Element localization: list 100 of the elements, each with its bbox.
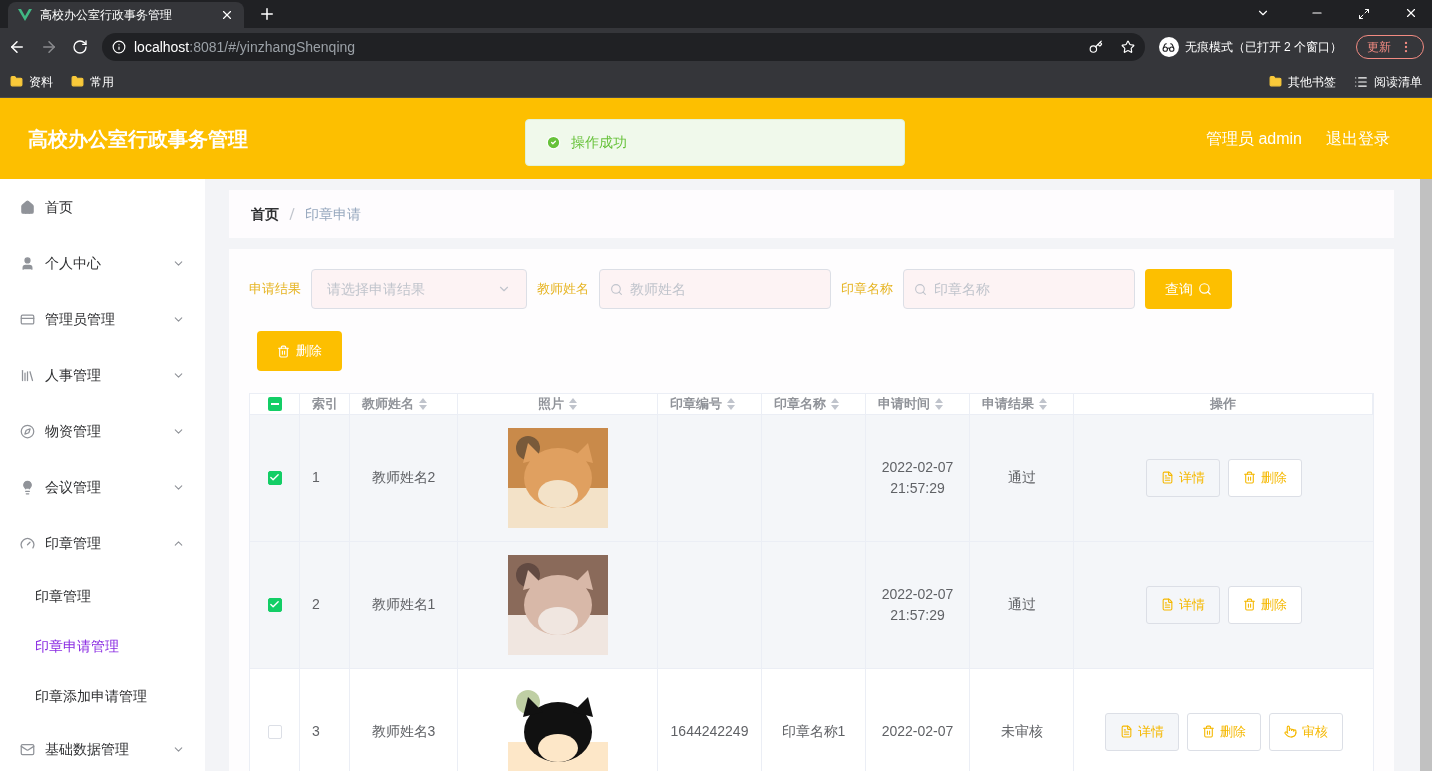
submenu-item[interactable]: 印章管理	[0, 571, 205, 621]
row-checkbox[interactable]	[267, 470, 282, 485]
folder-icon	[1269, 75, 1282, 88]
table-cell-text: 教师姓名2	[371, 468, 436, 487]
table-cell-text: 未审核	[1000, 722, 1043, 741]
select-all-checkbox[interactable]	[267, 396, 282, 411]
table-cell-text: 2	[312, 595, 320, 614]
incognito-icon	[1158, 37, 1179, 57]
separator-icon	[289, 208, 295, 220]
books-icon	[20, 367, 35, 383]
close-icon	[1404, 6, 1418, 20]
tab-title: 高校办公室行政事务管理	[40, 7, 173, 24]
back-icon	[8, 38, 26, 56]
sort-icon[interactable]	[727, 397, 735, 410]
document-icon	[1160, 471, 1174, 484]
bookmark[interactable]: 其他书签	[1269, 72, 1336, 91]
trash-icon	[277, 344, 290, 358]
column-header[interactable]: 教师姓名	[362, 394, 427, 414]
search-field[interactable]: 印章名称	[903, 269, 1135, 309]
success-toast: 操作成功	[525, 119, 905, 166]
pointer-icon	[1283, 725, 1297, 738]
gauge-icon	[20, 535, 35, 551]
table-row[interactable]: 2 教师姓名1 2022-02-07 21:57:29 通过 详情 删除	[250, 541, 1373, 669]
sidebar-item[interactable]: 物资管理	[0, 403, 205, 459]
table-cell-text: 2022-02-07	[881, 722, 954, 741]
restore-icon	[1358, 8, 1370, 20]
sort-icon[interactable]	[419, 397, 427, 410]
document-icon	[1119, 725, 1133, 738]
new-tab-icon	[258, 5, 276, 23]
search-icon	[914, 283, 927, 296]
column-header[interactable]: 印章名称	[774, 394, 839, 414]
app-title: 高校办公室行政事务管理	[28, 126, 248, 152]
sort-icon[interactable]	[1039, 397, 1047, 410]
compass-icon	[20, 423, 35, 439]
close-icon	[220, 8, 234, 22]
mail-icon	[20, 741, 35, 757]
bookmark[interactable]: 资料	[10, 72, 53, 91]
id-card-icon	[20, 311, 35, 327]
bulb-icon	[20, 479, 35, 495]
sidebar-item[interactable]: 基础数据管理	[0, 721, 205, 771]
filter-label: 教师姓名	[537, 280, 589, 299]
key-icon	[1088, 40, 1103, 54]
submenu-item[interactable]: 印章申请管理	[0, 621, 205, 671]
sort-icon[interactable]	[569, 397, 577, 410]
check-icon	[546, 135, 561, 150]
table-cell-text: 教师姓名1	[371, 595, 436, 614]
sort-icon[interactable]	[831, 397, 839, 410]
list-icon	[1354, 74, 1368, 89]
column-header[interactable]: 申请结果	[982, 394, 1047, 414]
table-cell-text: 印章名称1	[781, 722, 846, 741]
bookmark[interactable]: 常用	[71, 72, 114, 91]
incognito-label: 无痕模式（已打开 2 个窗口）	[1184, 39, 1342, 56]
search-field[interactable]: 教师姓名	[599, 269, 831, 309]
info-icon	[112, 40, 126, 54]
filter-label: 印章名称	[841, 280, 893, 299]
sidebar-item[interactable]: 管理员管理	[0, 291, 205, 347]
submenu-item[interactable]: 印章添加申请管理	[0, 671, 205, 721]
table-cell-text: 通过	[1007, 595, 1036, 614]
column-header[interactable]: 照片	[538, 394, 577, 414]
sidebar-item[interactable]: 首页	[0, 179, 205, 235]
table-cell-text: 3	[312, 722, 320, 741]
v-logo-icon	[18, 9, 32, 21]
table-row[interactable]: 1 教师姓名2 2022-02-07 21:57:29 通过 详情 删除	[250, 414, 1373, 542]
row-checkbox[interactable]	[267, 724, 282, 739]
column-header[interactable]: 印章编号	[670, 394, 735, 414]
table-cell-text: 教师姓名3	[371, 722, 436, 741]
document-icon	[1160, 598, 1174, 611]
sidebar-item[interactable]: 人事管理	[0, 347, 205, 403]
user-label: 管理员 admin	[1205, 128, 1302, 149]
row-checkbox[interactable]	[267, 597, 282, 612]
scrollbar[interactable]	[1420, 179, 1432, 771]
star-icon	[1120, 40, 1135, 54]
sort-icon[interactable]	[935, 397, 943, 410]
trash-icon	[1201, 725, 1215, 738]
folder-icon	[10, 75, 23, 88]
sidebar-item[interactable]: 会议管理	[0, 459, 205, 515]
browser-tab[interactable]: 高校办公室行政事务管理	[8, 2, 244, 28]
column-header[interactable]: 申请时间	[878, 394, 943, 414]
column-header: 索引	[311, 395, 338, 413]
table-cell-text: 1644242249	[670, 722, 749, 741]
sidebar-item[interactable]: 个人中心	[0, 235, 205, 291]
table-cell-text: 1	[312, 468, 320, 487]
sidebar-item[interactable]: 印章管理	[0, 515, 205, 571]
bookmark[interactable]: 阅读清单	[1354, 72, 1422, 91]
column-header: 操作	[1210, 395, 1236, 413]
table-cell-text: 通过	[1007, 468, 1036, 487]
breadcrumb-item[interactable]: 首页	[251, 203, 279, 225]
folder-icon	[71, 75, 84, 88]
reload-icon	[72, 39, 88, 55]
search-icon	[1198, 282, 1212, 296]
trash-icon	[1242, 471, 1256, 484]
filter-label: 申请结果	[249, 280, 301, 299]
trash-icon	[1242, 598, 1256, 611]
table-row[interactable]: 3 教师姓名3 1644242249 印章名称1 2022-02-07 未审核 详情 删除 审核	[250, 668, 1373, 771]
home-icon	[20, 199, 35, 215]
url-text: localhost:8081/#/yinzhangShenqing	[134, 37, 356, 57]
person-icon	[20, 255, 35, 271]
table-cell-text: 2022-02-07 21:57:29	[880, 457, 955, 498]
address-bar[interactable]: localhost:8081/#/yinzhangShenqing	[102, 33, 1145, 61]
search-icon	[610, 283, 623, 296]
